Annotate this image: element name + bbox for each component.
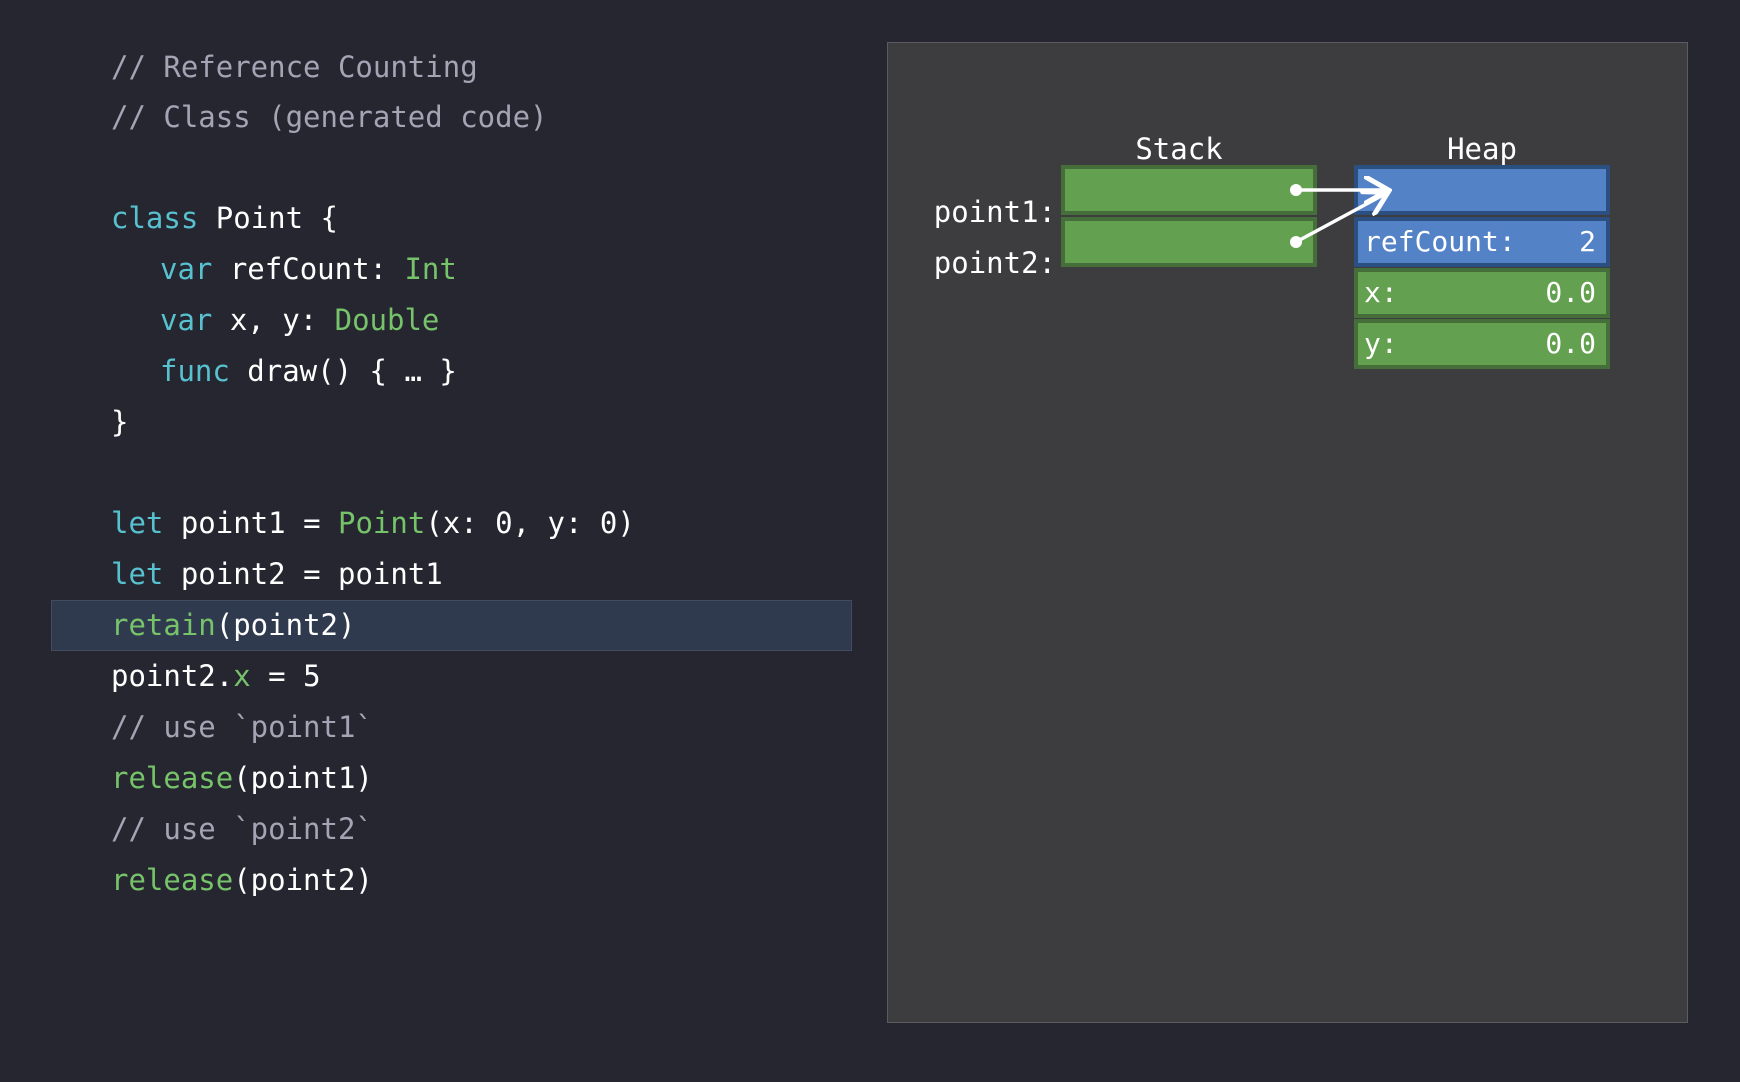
- code-line: let point1 = Point(x: 0, y: 0): [111, 498, 635, 549]
- heap-header: Heap: [1447, 132, 1517, 166]
- code-token: x, y:: [212, 303, 335, 337]
- code-token: var: [160, 252, 213, 286]
- code-line: }: [111, 397, 128, 448]
- code-token: }: [111, 405, 129, 439]
- code-line: var x, y: Double: [160, 295, 439, 346]
- code-line: // Class (generated code): [111, 92, 548, 143]
- code-token: refCount:: [212, 252, 405, 286]
- code-token: // Reference Counting: [111, 50, 478, 84]
- code-line: // use `point2`: [111, 804, 373, 855]
- code-token: Double: [334, 303, 440, 337]
- code-token: (point2): [233, 863, 373, 897]
- code-token: var: [160, 303, 213, 337]
- code-token: (point1): [233, 761, 373, 795]
- code-token: // Class (generated code): [111, 100, 548, 134]
- stack-cell-point2: [1061, 217, 1317, 267]
- code-token: = 5: [250, 659, 321, 693]
- code-token: draw() { … }: [229, 354, 457, 388]
- code-token: release: [111, 761, 234, 795]
- memory-diagram-panel: Stack Heap point1: point2: refCount: 2 x…: [887, 42, 1688, 1023]
- code-line: release(point2): [111, 855, 373, 906]
- code-line: let point2 = point1: [111, 549, 443, 600]
- code-token: // use `point1`: [111, 710, 373, 744]
- heap-object-header: [1354, 165, 1610, 215]
- code-token: let: [111, 557, 164, 591]
- code-line-current: retain(point2): [111, 600, 355, 651]
- code-token: func: [160, 354, 230, 388]
- stack-header: Stack: [1135, 132, 1223, 166]
- field-value: 2: [1579, 225, 1596, 258]
- code-token: x: [233, 659, 251, 693]
- code-token: Int: [404, 252, 457, 286]
- code-line: var refCount: Int: [160, 244, 457, 295]
- code-token: class: [111, 201, 199, 235]
- code-token: retain: [111, 608, 216, 642]
- code-line: point2.x = 5: [111, 651, 321, 702]
- code-line: class Point {: [111, 193, 338, 244]
- code-line: release(point1): [111, 753, 373, 804]
- code-token: point2 = point1: [163, 557, 443, 591]
- code-token: release: [111, 863, 234, 897]
- field-key: x:: [1364, 276, 1398, 309]
- code-token: let: [111, 506, 164, 540]
- code-line: func draw() { … }: [160, 346, 457, 397]
- heap-field-x: x: 0.0: [1354, 268, 1610, 318]
- code-line: // Reference Counting: [111, 42, 478, 93]
- code-token: (x: 0, y: 0): [425, 506, 635, 540]
- code-token: // use `point2`: [111, 812, 373, 846]
- field-value: 0.0: [1545, 327, 1596, 360]
- code-token: (point2): [215, 608, 356, 642]
- stack-var-label-point2: point2:: [933, 246, 1056, 280]
- code-token: point1 =: [163, 506, 338, 540]
- heap-field-y: y: 0.0: [1354, 319, 1610, 369]
- code-token: Point: [338, 506, 426, 540]
- field-key: refCount:: [1364, 225, 1516, 258]
- stack-var-label-point1: point1:: [933, 195, 1056, 229]
- code-token: Point {: [198, 201, 338, 235]
- code-panel: // Reference Counting // Class (generate…: [0, 0, 860, 1082]
- code-line: // use `point1`: [111, 702, 373, 753]
- code-token: point2.: [111, 659, 234, 693]
- field-key: y:: [1364, 327, 1398, 360]
- stack-cell-point1: [1061, 165, 1317, 215]
- field-value: 0.0: [1545, 276, 1596, 309]
- heap-field-refcount: refCount: 2: [1354, 217, 1610, 267]
